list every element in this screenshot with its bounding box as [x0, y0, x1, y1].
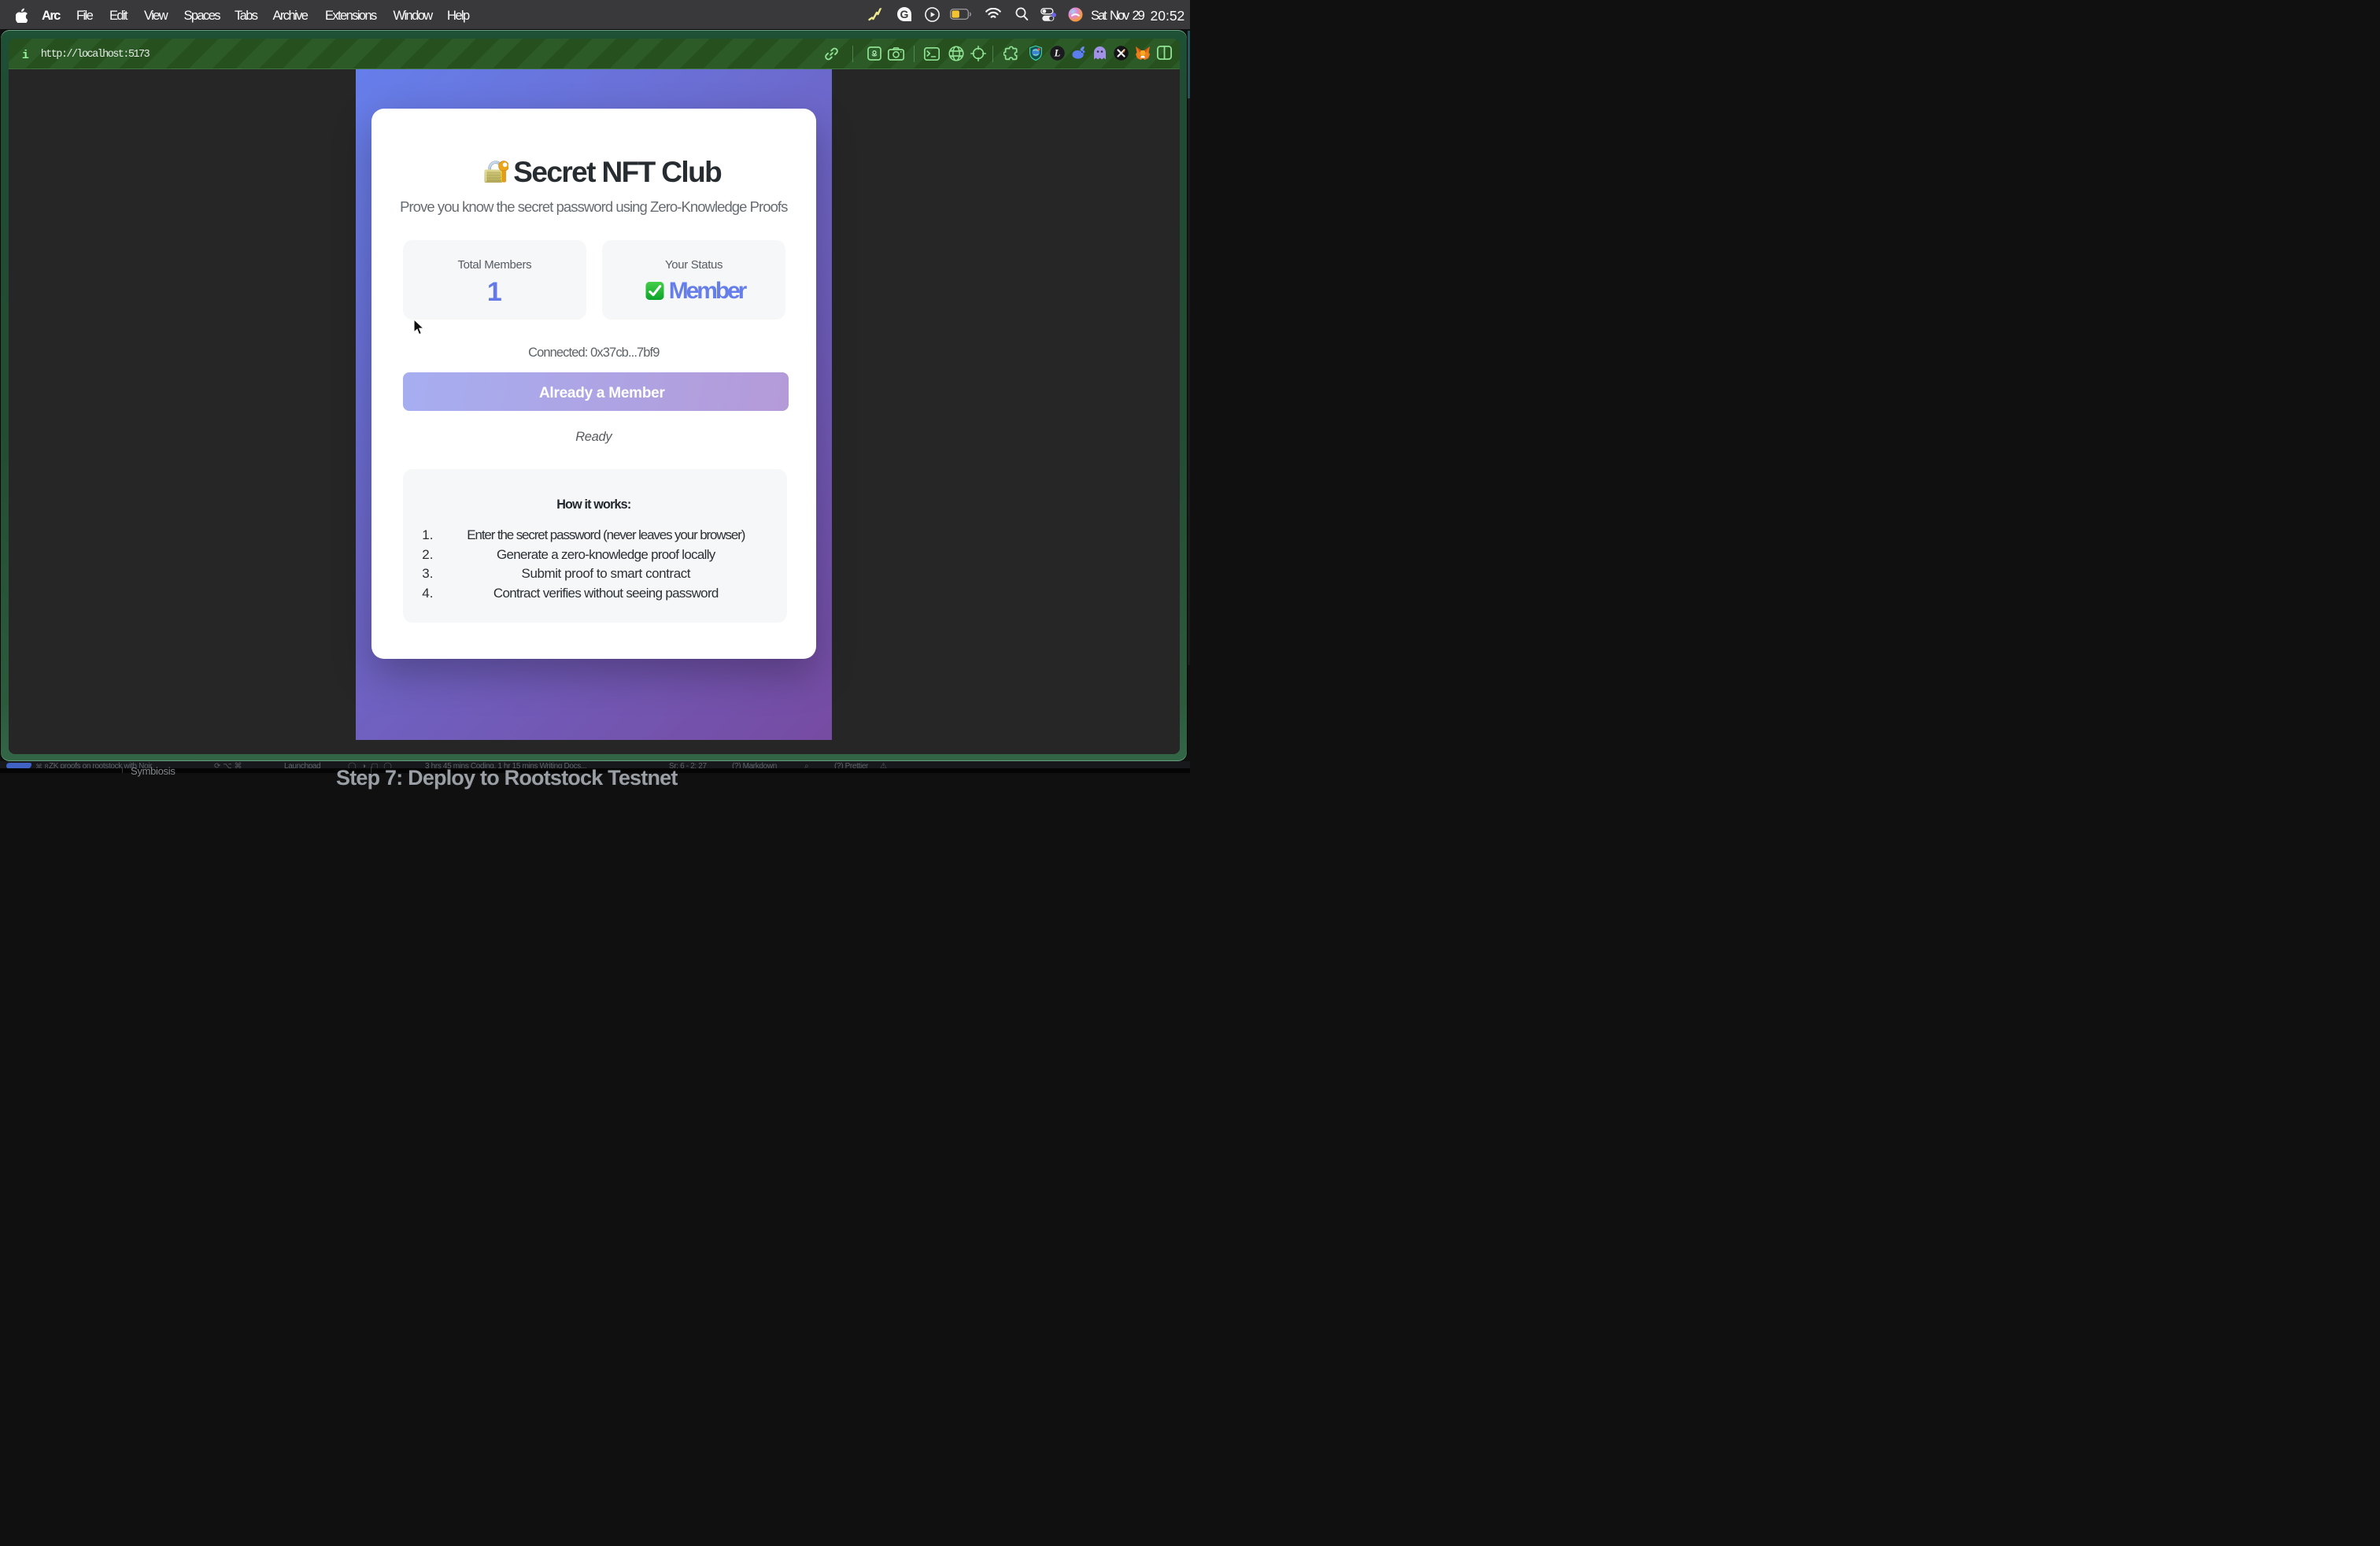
svg-text:G: G — [900, 8, 909, 20]
svg-text:L: L — [1053, 47, 1060, 58]
